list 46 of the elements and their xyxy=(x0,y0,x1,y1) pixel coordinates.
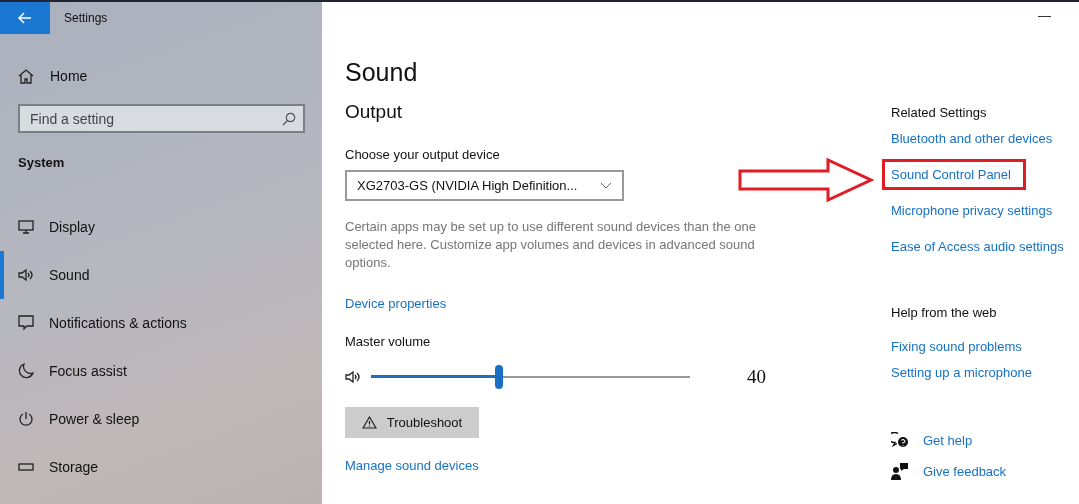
minimize-button[interactable]: — xyxy=(1038,8,1051,23)
monitor-icon xyxy=(18,220,34,234)
moon-icon xyxy=(18,363,34,379)
sidebar-item[interactable]: Storage xyxy=(0,443,322,491)
manage-devices-link[interactable]: Manage sound devices xyxy=(345,458,479,473)
sidebar-item[interactable]: Power & sleep xyxy=(0,395,322,443)
slider-thumb[interactable] xyxy=(494,365,503,389)
window-title: Settings xyxy=(64,11,108,25)
settings-link[interactable]: Bluetooth and other devices xyxy=(882,123,1068,154)
power-icon xyxy=(18,411,34,427)
device-dropdown[interactable]: XG2703-GS (NVIDIA High Definition... xyxy=(345,170,624,201)
field-label: Choose your output device xyxy=(345,147,501,162)
home-link[interactable]: Home xyxy=(18,60,322,92)
settings-link[interactable]: Microphone privacy settings xyxy=(882,195,1068,226)
support-link[interactable]: Get help xyxy=(923,433,973,448)
sidebar-item[interactable]: Focus assist xyxy=(0,347,322,395)
description-text: Certain apps may be set up to use different sound devices than the one selected here. Customize app volumes and devices in advanced sound options. xyxy=(345,218,757,272)
settings-link[interactable]: Sound Control Panel xyxy=(882,159,1026,190)
message-icon xyxy=(18,315,34,331)
chevron-down-icon xyxy=(600,182,612,189)
support-link[interactable]: Give feedback xyxy=(923,463,1007,479)
speaker-icon xyxy=(345,370,363,384)
troubleshoot-button[interactable]: Troubleshoot xyxy=(345,407,479,438)
drive-icon xyxy=(18,463,34,471)
sidebar-item[interactable]: Display xyxy=(0,203,322,251)
home-icon xyxy=(18,68,34,84)
search-field[interactable]: Find a setting xyxy=(18,104,305,133)
settings-link[interactable]: Ease of Access audio settings xyxy=(882,231,1079,262)
section-heading: System xyxy=(18,155,66,170)
warning-icon xyxy=(361,416,377,429)
section-heading: Output xyxy=(345,101,404,123)
slider-label: Master volume xyxy=(345,334,432,349)
help-chat-icon xyxy=(891,432,909,449)
section-heading: Related Settings xyxy=(891,105,988,120)
volume-slider[interactable] xyxy=(371,365,690,389)
sidebar-item[interactable]: Notifications & actions xyxy=(0,299,322,347)
volume-reading: 40 xyxy=(747,366,766,388)
back-arrow-icon xyxy=(18,12,32,24)
device-properties-link[interactable]: Device properties xyxy=(345,296,447,311)
search-icon xyxy=(282,112,296,126)
section-heading: Help from the web xyxy=(891,305,998,320)
speaker-icon xyxy=(18,268,34,282)
help-link[interactable]: Setting up a microphone xyxy=(891,365,1079,380)
person-feedback-icon xyxy=(891,462,909,480)
page-title: Sound xyxy=(345,58,419,87)
help-link[interactable]: Fixing sound problems xyxy=(891,339,1079,354)
